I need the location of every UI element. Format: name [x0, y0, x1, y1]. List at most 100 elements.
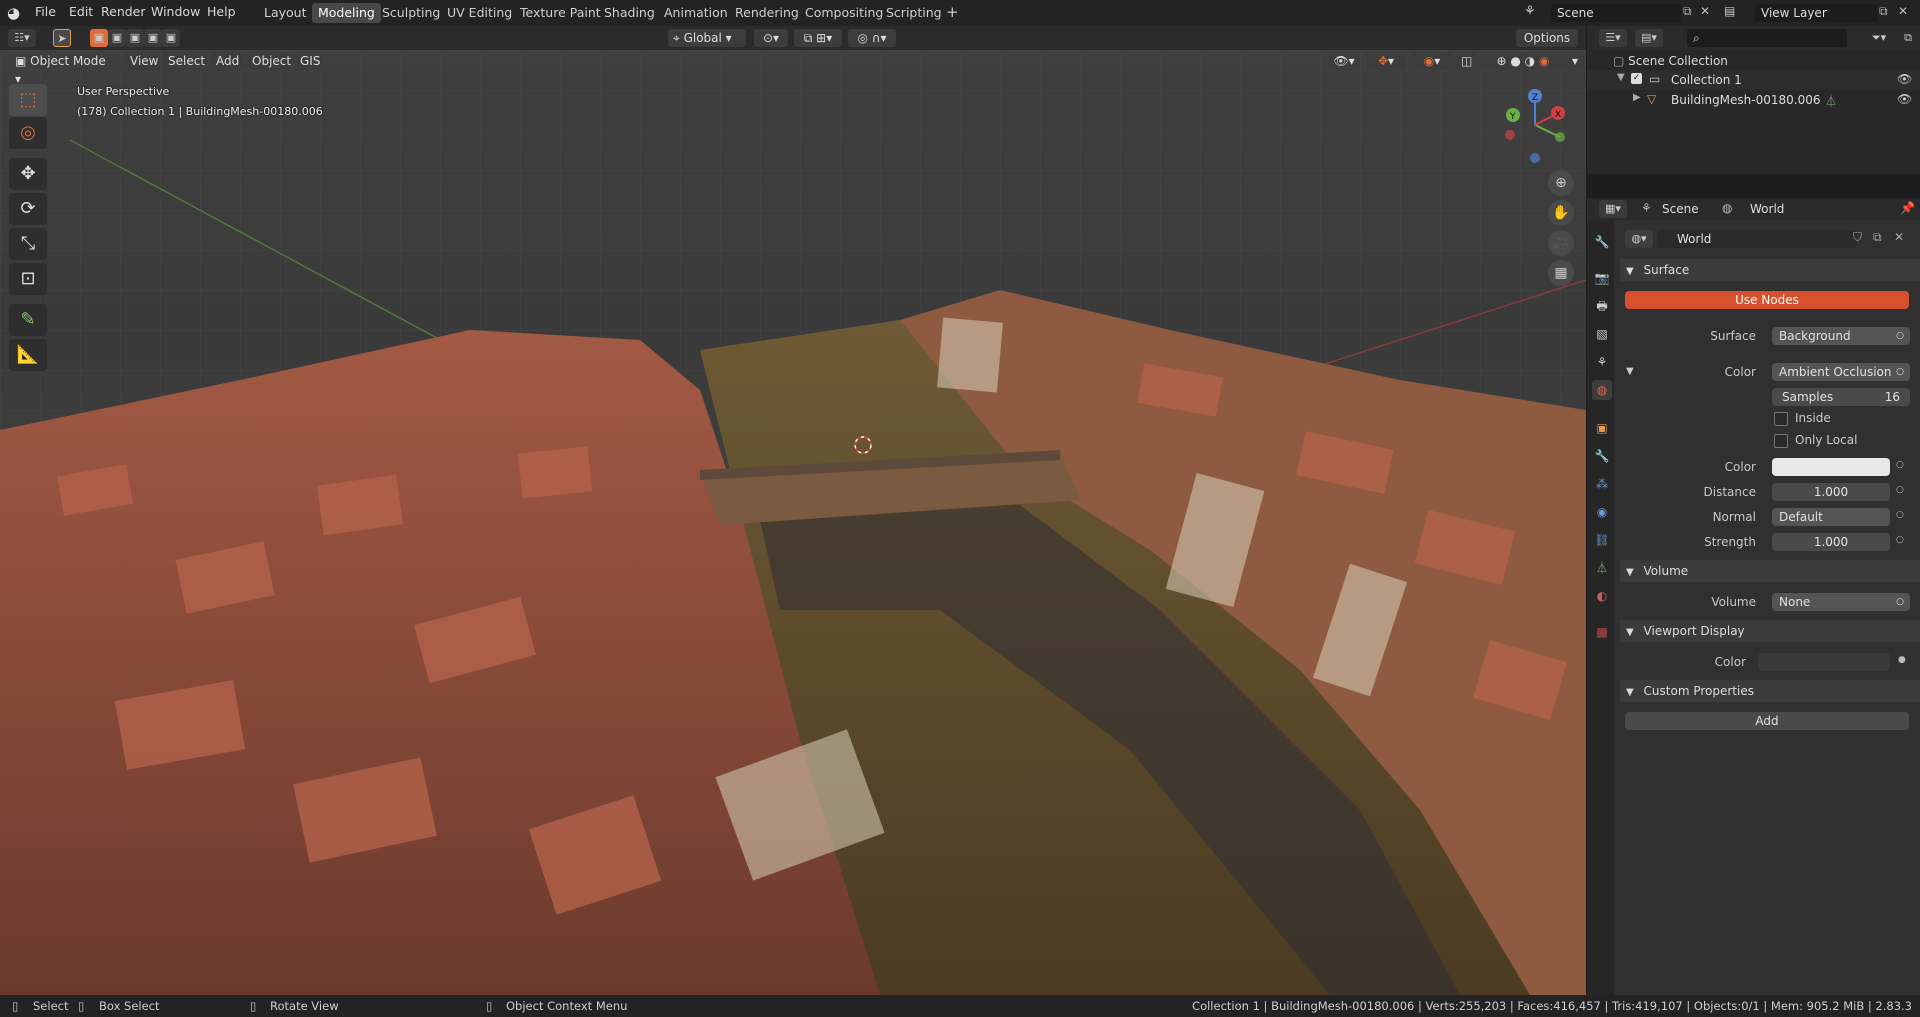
select-menu[interactable]: Select: [163, 52, 207, 70]
object-visibility-icon[interactable]: 👁: [1897, 92, 1912, 106]
outliner-row-object[interactable]: ▶ ▽ BuildingMesh-00180.006 ⏃ 👁: [1587, 90, 1920, 110]
new-world-icon[interactable]: ⧉: [1873, 230, 1882, 245]
constraints-tab-icon[interactable]: ⛓: [1592, 530, 1612, 550]
new-collection-icon[interactable]: ⧉: [1899, 29, 1917, 47]
physics-tab-icon[interactable]: ◉: [1592, 502, 1612, 522]
shading-modes[interactable]: ⊕ ● ◑ ◉: [1480, 52, 1566, 70]
custom-properties-section-header[interactable]: ▼ Custom Properties: [1620, 680, 1920, 702]
render-tab-icon[interactable]: 📷: [1592, 268, 1612, 288]
new-view-layer-icon[interactable]: ⧉: [1879, 4, 1888, 19]
cursor-tool[interactable]: ◎: [9, 117, 47, 149]
menu-help[interactable]: Help: [207, 4, 236, 19]
surface-section-header[interactable]: ▼ Surface: [1620, 259, 1920, 281]
view-layer-tab-icon[interactable]: ▧: [1592, 324, 1612, 344]
select-new-icon[interactable]: ▣: [90, 29, 108, 47]
move-tool[interactable]: ✥: [9, 158, 47, 190]
color-dropdown[interactable]: Ambient Occlusion ○: [1772, 363, 1910, 381]
tab-shading[interactable]: Shading: [598, 3, 661, 23]
tab-modeling[interactable]: Modeling: [312, 3, 381, 23]
distance-link-icon[interactable]: ○: [1896, 485, 1904, 495]
rotate-tool[interactable]: ⟳: [9, 193, 47, 225]
tab-scripting[interactable]: Scripting: [880, 3, 948, 23]
viewport-display-section-header[interactable]: ▼ Viewport Display: [1620, 620, 1920, 642]
visibility-dropdown[interactable]: 👁▾: [1328, 52, 1360, 70]
select-cursor-icon[interactable]: ➤: [53, 29, 71, 47]
gizmo-toggle[interactable]: ✥▾: [1366, 52, 1406, 70]
object-expand-icon[interactable]: ▶: [1633, 92, 1641, 103]
mesh-data-icon[interactable]: ⏃: [1825, 92, 1837, 109]
transform-orientation-dropdown[interactable]: ⌖ Global ▾: [668, 29, 746, 47]
surface-dropdown[interactable]: Background ○: [1772, 327, 1910, 345]
transform-tool[interactable]: ⊡: [9, 263, 47, 295]
color-link-icon[interactable]: ○: [1896, 460, 1904, 470]
normal-field[interactable]: Default: [1772, 508, 1890, 526]
collection-checkbox[interactable]: ✓: [1631, 73, 1642, 84]
use-nodes-button[interactable]: Use Nodes: [1625, 291, 1909, 309]
menu-edit[interactable]: Edit: [69, 4, 93, 19]
world-name-field[interactable]: World: [1657, 230, 1857, 248]
data-tab-icon[interactable]: ⏃: [1592, 558, 1612, 578]
fake-user-icon[interactable]: ⛉: [1853, 230, 1862, 245]
scene-tab-icon[interactable]: ⚘: [1592, 352, 1612, 372]
measure-tool[interactable]: 📐: [9, 339, 47, 371]
normal-link-icon[interactable]: ○: [1896, 510, 1904, 520]
view-layer-icon[interactable]: ▤: [1724, 4, 1735, 18]
outliner-editor-type-icon[interactable]: ☰▾: [1599, 29, 1627, 47]
menu-file[interactable]: File: [35, 4, 56, 19]
3d-viewport[interactable]: ▣ Object Mode ▾ View Select Add Object G…: [0, 50, 1586, 995]
shading-dropdown-icon[interactable]: ▾: [1566, 52, 1584, 70]
overlay-toggle[interactable]: ◉▾: [1412, 52, 1452, 70]
volume-section-header[interactable]: ▼ Volume: [1620, 560, 1920, 582]
tab-texture-paint[interactable]: Texture Paint: [514, 3, 607, 23]
add-property-button[interactable]: Add: [1625, 712, 1909, 730]
delete-scene-icon[interactable]: ✕: [1700, 4, 1710, 18]
blender-logo-icon[interactable]: ◕: [7, 4, 25, 22]
material-tab-icon[interactable]: ◐: [1592, 586, 1612, 606]
world-tab-icon[interactable]: ◍: [1592, 380, 1612, 400]
tab-sculpting[interactable]: Sculpting: [376, 3, 446, 23]
outliner-row-scene-collection[interactable]: ▢ Scene Collection: [1613, 54, 1728, 68]
unlink-world-icon[interactable]: ✕: [1894, 230, 1904, 244]
volume-dropdown[interactable]: None ○: [1772, 593, 1910, 611]
select-invert-icon[interactable]: ▣: [144, 29, 162, 47]
delete-view-layer-icon[interactable]: ✕: [1898, 4, 1908, 18]
viewport-color-swatch[interactable]: [1758, 653, 1890, 671]
proportional-edit-toggle[interactable]: ◎ ∩▾: [848, 29, 896, 47]
strength-field[interactable]: 1.000: [1772, 533, 1890, 551]
gis-menu[interactable]: GIS: [295, 52, 321, 70]
tab-layout[interactable]: Layout: [258, 3, 313, 23]
scene-icon[interactable]: ⚘: [1524, 4, 1536, 19]
expand-arrow-icon[interactable]: ▼: [1617, 72, 1625, 83]
xray-toggle[interactable]: ◫: [1456, 52, 1476, 70]
modifier-tab-icon[interactable]: 🔧: [1592, 446, 1612, 466]
annotate-tool[interactable]: ✎: [9, 304, 47, 336]
color-expand-icon[interactable]: ▼: [1626, 366, 1634, 377]
outliner-search-input[interactable]: ⌕: [1687, 29, 1847, 47]
editor-type-icon[interactable]: ☷▾: [8, 29, 36, 47]
properties-editor-type-icon[interactable]: ▦▾: [1599, 200, 1627, 218]
samples-field[interactable]: Samples 16: [1772, 388, 1910, 406]
texture-tab-icon[interactable]: ▩: [1592, 622, 1612, 642]
pivot-point-dropdown[interactable]: ⊙▾: [754, 29, 788, 47]
select-intersect-icon[interactable]: ▣: [162, 29, 180, 47]
snap-toggle[interactable]: ⧉ ⊞▾: [794, 29, 842, 47]
object-menu[interactable]: Object: [247, 52, 291, 70]
pin-icon[interactable]: 📌: [1900, 201, 1915, 215]
tool-tab-icon[interactable]: 🔧: [1592, 232, 1612, 252]
scene-field[interactable]: Scene: [1551, 4, 1681, 22]
inside-checkbox[interactable]: [1774, 412, 1788, 426]
options-dropdown[interactable]: Options ▾: [1516, 29, 1578, 63]
select-subtract-icon[interactable]: ▣: [126, 29, 144, 47]
display-mode-icon[interactable]: ▤▾: [1635, 29, 1663, 47]
tab-compositing[interactable]: Compositing: [799, 3, 889, 23]
add-menu[interactable]: Add: [211, 52, 243, 70]
object-tab-icon[interactable]: ▣: [1592, 418, 1612, 438]
world-browse-icon[interactable]: ◍▾: [1625, 230, 1653, 248]
collection-visibility-icon[interactable]: 👁: [1897, 72, 1912, 86]
pan-view-icon[interactable]: ✋: [1548, 200, 1574, 226]
menu-window[interactable]: Window: [151, 4, 200, 19]
keyframe-dot-icon[interactable]: ●: [1898, 655, 1906, 665]
select-extend-icon[interactable]: ▣: [108, 29, 126, 47]
view-menu[interactable]: View: [125, 52, 159, 70]
scale-tool[interactable]: ⤡: [9, 228, 47, 260]
